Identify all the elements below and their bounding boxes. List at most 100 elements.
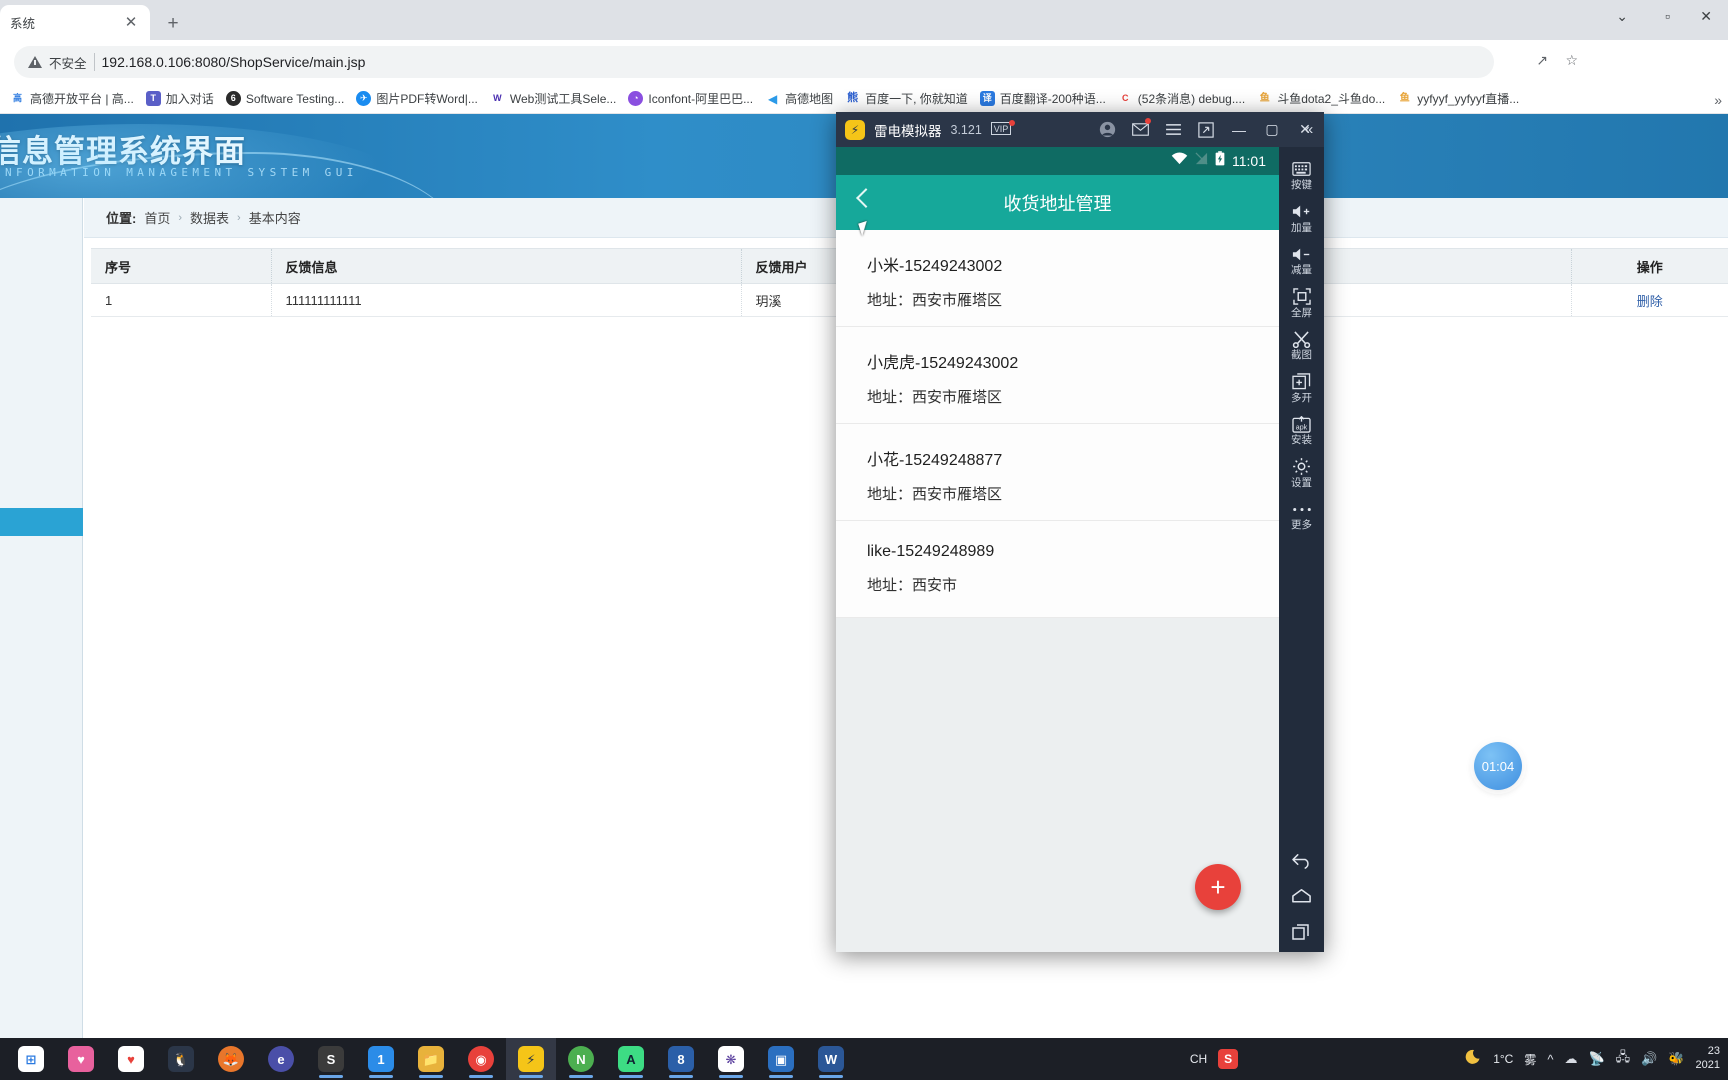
recents-icon[interactable] [1291, 922, 1312, 942]
taskbar-app-android-studio[interactable]: A [606, 1038, 656, 1080]
sidebar-item-label: 加量 [1291, 221, 1312, 234]
delete-link[interactable]: 删除 [1637, 294, 1663, 309]
timer-overlay-bubble[interactable]: 01:04 [1474, 742, 1522, 790]
taskbar-clock[interactable]: 23 2021 [1696, 1045, 1720, 1073]
sidebar-item-volume-up[interactable]: 加量 [1279, 196, 1324, 239]
more-dots-icon [1292, 499, 1312, 519]
bookmark-item[interactable]: 熊 百度一下, 你就知道 [839, 87, 974, 111]
sogou-input-icon[interactable]: S [1218, 1049, 1239, 1069]
taskbar-app-firefox[interactable]: 🦊 [206, 1038, 256, 1080]
address-list: 小米-15249243002 地址：西安市雁塔区 小虎虎-15249243002… [836, 230, 1279, 618]
window-maximize-button[interactable]: ▫ [1665, 8, 1670, 24]
install-apk-icon: apk [1292, 414, 1311, 434]
weather-description[interactable]: 雾 [1524, 1051, 1536, 1068]
address-bar[interactable]: 不安全 192.168.0.106:8080/ShopService/main.… [14, 46, 1494, 78]
network-icon[interactable]: 🖧 [1616, 1048, 1631, 1070]
sidebar-item-more[interactable]: 更多 [1279, 493, 1324, 536]
banner-swoosh-decoration [0, 152, 460, 198]
list-item[interactable]: 小米-15249243002 地址：西安市雁塔区 [836, 230, 1279, 327]
bookmark-item[interactable]: ◔ Iconfont-阿里巴巴... [622, 87, 759, 111]
bookmark-item[interactable]: 高 高德开放平台 | 高... [4, 87, 140, 111]
maximize-icon[interactable]: ▢ [1257, 116, 1287, 144]
bookmark-label: 加入对话 [165, 92, 214, 106]
account-icon[interactable] [1092, 116, 1122, 144]
new-tab-button[interactable]: + [160, 11, 186, 37]
sidebar-item-settings[interactable]: 设置 [1279, 451, 1324, 494]
taskbar-app-wps[interactable]: ♥ [106, 1038, 156, 1080]
security-label: 不安全 [49, 56, 87, 71]
taskbar-app-edge[interactable]: e [256, 1038, 306, 1080]
sidebar-item-keyboard[interactable]: 按键 [1279, 153, 1324, 196]
close-icon[interactable]: ✕ [122, 14, 140, 32]
weather-temperature[interactable]: 1°C [1493, 1052, 1513, 1066]
home-icon[interactable] [1291, 886, 1312, 906]
list-item[interactable]: like-15249248989 地址：西安市 [836, 521, 1279, 618]
bookmarks-overflow-button[interactable]: » [1714, 92, 1722, 108]
address-name: 小米-15249243002 [867, 258, 1003, 275]
taskbar-app-game[interactable]: ♥ [56, 1038, 106, 1080]
taskbar-app-notes[interactable]: 1 [356, 1038, 406, 1080]
breadcrumb-item-basic[interactable]: 基本内容 [249, 208, 301, 227]
bookmark-star-icon[interactable]: ☆ [1565, 52, 1578, 69]
sidebar-item-label: 减量 [1291, 264, 1312, 277]
bookmark-item[interactable]: 译 百度翻译-200种语... [974, 87, 1112, 111]
sidebar-item-fullscreen[interactable]: 全屏 [1279, 281, 1324, 324]
sidebar-item-install-apk[interactable]: apk 安装 [1279, 408, 1324, 451]
emulator-title-bar[interactable]: ⚡ 雷电模拟器 3.121 VIP — ▢ ✕ [836, 112, 1324, 147]
collapse-icon[interactable]: « [1296, 115, 1322, 143]
breadcrumb-item-home[interactable]: 首页 [144, 208, 170, 227]
list-item[interactable]: 小虎虎-15249243002 地址：西安市雁塔区 [836, 327, 1279, 424]
scissors-screenshot-icon [1292, 329, 1311, 349]
cloud-icon[interactable]: ☁ [1564, 1051, 1577, 1067]
wifi-icon [1171, 152, 1188, 170]
resize-icon[interactable] [1191, 116, 1221, 144]
bookmark-item[interactable]: ◀ 高德地图 [759, 87, 839, 111]
tray-overflow-chevron-icon[interactable]: ^ [1547, 1052, 1553, 1067]
bookmark-item[interactable]: W Web测试工具Sele... [484, 87, 622, 111]
sidebar-item-multi-instance[interactable]: 多开 [1279, 366, 1324, 409]
status-bar-clock: 11:01 [1232, 153, 1266, 169]
minimize-icon[interactable]: — [1224, 116, 1254, 144]
sidebar-selected-highlight[interactable] [0, 508, 83, 536]
taskbar-app-navicat[interactable]: N [556, 1038, 606, 1080]
bookmark-item[interactable]: T 加入对话 [140, 87, 220, 111]
breadcrumb-item-datatable[interactable]: 数据表 [190, 208, 229, 227]
vip-badge[interactable]: VIP [990, 119, 1015, 138]
bee-icon[interactable]: 🐝 [1668, 1051, 1684, 1067]
taskbar-app-eclipse[interactable]: ❋ [706, 1038, 756, 1080]
browser-tab[interactable]: 系统 ✕ [0, 5, 150, 40]
add-address-button[interactable]: + [1195, 864, 1241, 910]
left-side-panel [0, 198, 83, 1038]
taskbar-app-ldplayer[interactable]: ⚡ [506, 1038, 556, 1080]
share-icon[interactable]: ↗ [1536, 52, 1548, 69]
emulator-window-buttons: — ▢ ✕ [1092, 116, 1320, 144]
address-name: like-15249248989 [867, 543, 995, 560]
list-item[interactable]: 小花-15249248877 地址：西安市雁塔区 [836, 424, 1279, 521]
taskbar-app-word[interactable]: W [806, 1038, 856, 1080]
taskbar-app-chrome[interactable]: ◉ [456, 1038, 506, 1080]
iconfont-icon: ◔ [628, 91, 644, 106]
taskbar-app-qq[interactable]: 🐧 [156, 1038, 206, 1080]
cell-feedback: 111111111111 [271, 283, 742, 317]
taskbar-app-sublime[interactable]: S [306, 1038, 356, 1080]
taskbar-app-microsoft-store[interactable]: ⊞ [6, 1038, 56, 1080]
bookmark-item[interactable]: ✈ 图片PDF转Word|... [350, 87, 484, 111]
hamburger-menu-icon[interactable] [1158, 116, 1188, 144]
bookmark-item[interactable]: 6 Software Testing... [220, 87, 351, 111]
bookmark-item[interactable]: C (52条消息) debug.... [1112, 87, 1251, 111]
mail-icon[interactable] [1125, 116, 1155, 144]
back-arrow-icon[interactable] [1291, 850, 1312, 870]
window-close-button[interactable]: ✕ [1700, 8, 1712, 25]
taskbar-app-photos[interactable]: ▣ [756, 1038, 806, 1080]
satellite-icon[interactable]: 📡 [1588, 1051, 1604, 1067]
sidebar-item-screenshot[interactable]: 截图 [1279, 323, 1324, 366]
bookmark-item[interactable]: 鱼 斗鱼dota2_斗鱼do... [1251, 87, 1391, 111]
sidebar-item-volume-down[interactable]: 减量 [1279, 238, 1324, 281]
ime-language-indicator[interactable]: CH [1190, 1052, 1207, 1066]
volume-icon[interactable]: 🔊 [1641, 1051, 1657, 1067]
taskbar-app-file-explorer[interactable]: 📁 [406, 1038, 456, 1080]
window-minimize-button[interactable]: ⌄ [1616, 8, 1628, 25]
taskbar-app-idea[interactable]: 8 [656, 1038, 706, 1080]
bookmark-item[interactable]: 鱼 yyfyyf_yyfyyf直播... [1391, 87, 1525, 111]
emulator-version: 3.121 [950, 122, 982, 137]
